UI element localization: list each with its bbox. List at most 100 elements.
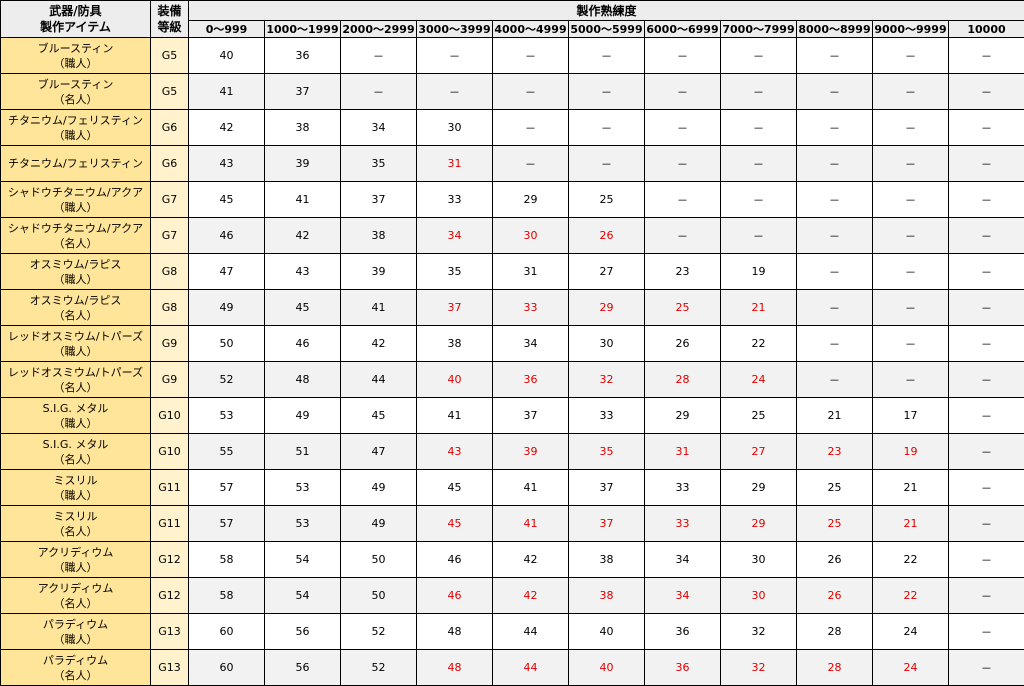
item-name-cell: アクリディウム（名人） bbox=[1, 578, 151, 614]
value-cell: － bbox=[493, 146, 569, 182]
item-name-cell: レッドオスミウム/トパーズ（職人） bbox=[1, 326, 151, 362]
item-role: （名人） bbox=[1, 524, 150, 539]
value-cell: － bbox=[949, 470, 1024, 506]
value-cell: 50 bbox=[341, 578, 417, 614]
value-cell: － bbox=[721, 218, 797, 254]
grade-cell: G6 bbox=[151, 146, 189, 182]
item-role: （職人） bbox=[1, 56, 150, 71]
table-row: レッドオスミウム/トパーズ（名人）G95248444036322824－－－ bbox=[1, 362, 1024, 398]
value-cell: － bbox=[341, 38, 417, 74]
value-cell: 36 bbox=[645, 650, 721, 686]
value-cell: 47 bbox=[341, 434, 417, 470]
value-cell: 55 bbox=[189, 434, 265, 470]
table-row: ブルースティン（名人）G54137－－－－－－－－－ bbox=[1, 74, 1024, 110]
value-cell: 34 bbox=[417, 218, 493, 254]
value-cell: － bbox=[797, 110, 873, 146]
value-cell: － bbox=[569, 38, 645, 74]
value-cell: 54 bbox=[265, 578, 341, 614]
item-name: シャドウチタニウム/アクア bbox=[1, 185, 150, 200]
value-cell: － bbox=[873, 146, 949, 182]
table-row: ブルースティン（職人）G54036－－－－－－－－－ bbox=[1, 38, 1024, 74]
value-cell: － bbox=[645, 182, 721, 218]
skill-group-header: 製作熟練度 bbox=[189, 1, 1024, 21]
value-cell: 26 bbox=[569, 218, 645, 254]
value-cell: － bbox=[949, 398, 1024, 434]
value-cell: 44 bbox=[493, 614, 569, 650]
grade-header-line1: 装備 bbox=[151, 3, 188, 19]
grade-cell: G10 bbox=[151, 434, 189, 470]
value-cell: 30 bbox=[721, 542, 797, 578]
grade-column-header: 装備 等級 bbox=[151, 1, 189, 38]
grade-cell: G8 bbox=[151, 290, 189, 326]
value-cell: 46 bbox=[189, 218, 265, 254]
crafting-proficiency-table: 武器/防具 製作アイテム 装備 等級 製作熟練度 0～9991000～19992… bbox=[0, 0, 1024, 686]
value-cell: 37 bbox=[265, 74, 341, 110]
value-cell: 56 bbox=[265, 614, 341, 650]
range-header-6: 6000～6999 bbox=[645, 21, 721, 38]
range-header-7: 7000～7999 bbox=[721, 21, 797, 38]
value-cell: 24 bbox=[873, 614, 949, 650]
item-role: （名人） bbox=[1, 668, 150, 683]
item-name: アクリディウム bbox=[1, 545, 150, 560]
value-cell: － bbox=[949, 290, 1024, 326]
item-role: （職人） bbox=[1, 632, 150, 647]
item-role: （名人） bbox=[1, 236, 150, 251]
value-cell: 50 bbox=[189, 326, 265, 362]
value-cell: 38 bbox=[265, 110, 341, 146]
value-cell: － bbox=[721, 182, 797, 218]
value-cell: 37 bbox=[569, 506, 645, 542]
value-cell: － bbox=[949, 506, 1024, 542]
item-name-cell: チタニウム/フェリスティン bbox=[1, 146, 151, 182]
value-cell: － bbox=[949, 74, 1024, 110]
value-cell: 42 bbox=[265, 218, 341, 254]
table-row: オスミウム/ラピス（職人）G84743393531272319－－－ bbox=[1, 254, 1024, 290]
range-header-8: 8000～8999 bbox=[797, 21, 873, 38]
value-cell: － bbox=[493, 110, 569, 146]
value-cell: 28 bbox=[645, 362, 721, 398]
value-cell: － bbox=[949, 326, 1024, 362]
value-cell: 34 bbox=[493, 326, 569, 362]
value-cell: － bbox=[797, 218, 873, 254]
grade-cell: G9 bbox=[151, 326, 189, 362]
value-cell: 22 bbox=[873, 578, 949, 614]
item-name-cell: パラディウム（名人） bbox=[1, 650, 151, 686]
table-row: パラディウム（名人）G1360565248444036322824－ bbox=[1, 650, 1024, 686]
item-role: （名人） bbox=[1, 380, 150, 395]
value-cell: － bbox=[493, 38, 569, 74]
value-cell: 49 bbox=[265, 398, 341, 434]
value-cell: － bbox=[949, 110, 1024, 146]
item-header-line2: 製作アイテム bbox=[1, 19, 150, 35]
table-row: オスミウム/ラピス（名人）G84945413733292521－－－ bbox=[1, 290, 1024, 326]
grade-cell: G7 bbox=[151, 182, 189, 218]
value-cell: 35 bbox=[569, 434, 645, 470]
value-cell: 21 bbox=[721, 290, 797, 326]
value-cell: 38 bbox=[569, 542, 645, 578]
value-cell: 39 bbox=[341, 254, 417, 290]
value-cell: － bbox=[873, 362, 949, 398]
value-cell: 41 bbox=[189, 74, 265, 110]
value-cell: 44 bbox=[493, 650, 569, 686]
item-name: S.I.G. メタル bbox=[1, 401, 150, 416]
value-cell: 38 bbox=[341, 218, 417, 254]
item-name-cell: S.I.G. メタル（名人） bbox=[1, 434, 151, 470]
value-cell: 37 bbox=[569, 470, 645, 506]
grade-cell: G7 bbox=[151, 218, 189, 254]
value-cell: 27 bbox=[721, 434, 797, 470]
value-cell: － bbox=[949, 434, 1024, 470]
value-cell: 36 bbox=[493, 362, 569, 398]
value-cell: 41 bbox=[493, 506, 569, 542]
value-cell: － bbox=[797, 146, 873, 182]
value-cell: － bbox=[873, 254, 949, 290]
value-cell: 52 bbox=[341, 614, 417, 650]
value-cell: 44 bbox=[341, 362, 417, 398]
range-header-10: 10000 bbox=[949, 21, 1024, 38]
value-cell: 21 bbox=[797, 398, 873, 434]
item-name: S.I.G. メタル bbox=[1, 437, 150, 452]
value-cell: 22 bbox=[721, 326, 797, 362]
value-cell: 19 bbox=[721, 254, 797, 290]
item-role: （職人） bbox=[1, 344, 150, 359]
value-cell: 25 bbox=[645, 290, 721, 326]
item-role: （職人） bbox=[1, 560, 150, 575]
grade-cell: G11 bbox=[151, 470, 189, 506]
value-cell: － bbox=[873, 326, 949, 362]
